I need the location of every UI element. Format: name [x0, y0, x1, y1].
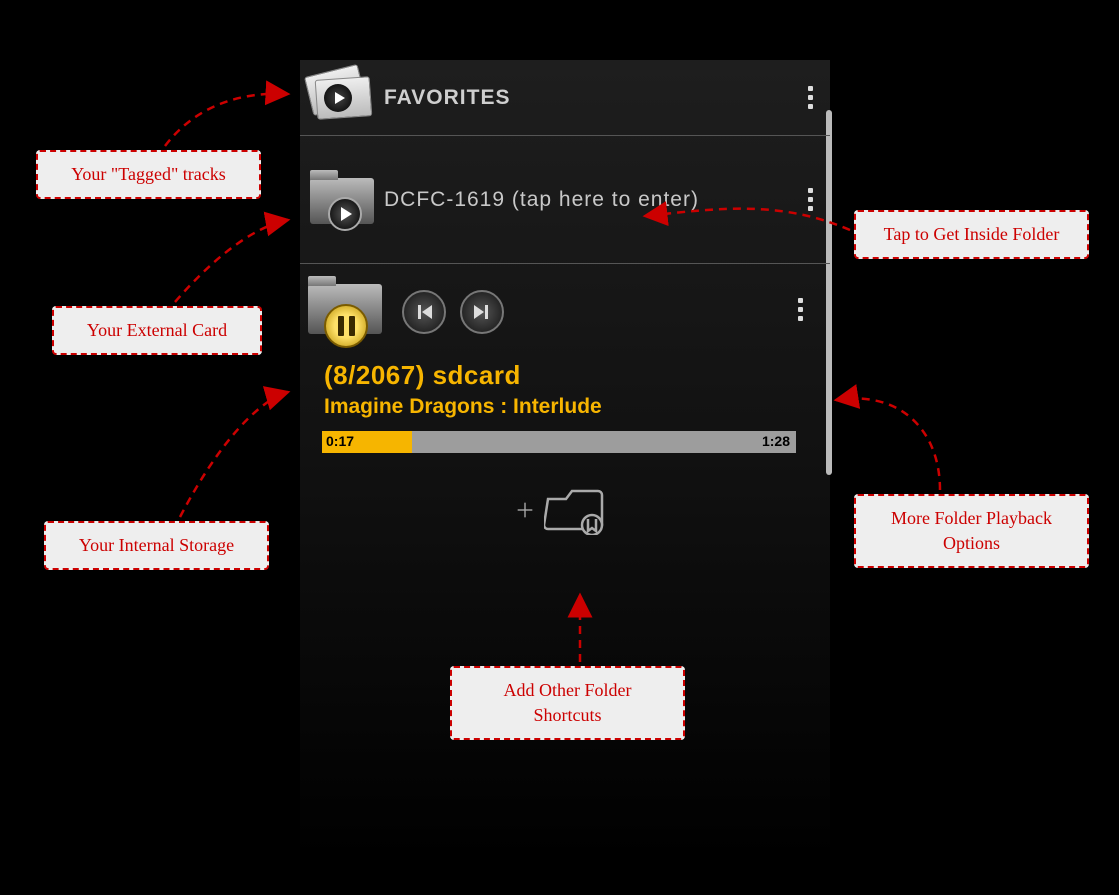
favorites-cards-icon [308, 70, 378, 125]
favorites-label: FAVORITES [378, 86, 798, 110]
dcfc-label: DCFC-1619 (tap here to enter) [378, 188, 798, 212]
prev-track-button[interactable] [402, 290, 446, 334]
annotation-tap-inside: Tap to Get Inside Folder [854, 210, 1089, 259]
next-track-button[interactable] [460, 290, 504, 334]
row-favorites[interactable]: FAVORITES [300, 60, 830, 136]
annotation-more-options: More Folder Playback Options [854, 494, 1089, 568]
now-playing-section: (8/2067) sdcard Imagine Dragons : Interl… [300, 264, 830, 543]
dcfc-more-icon[interactable] [798, 188, 822, 211]
annotation-tagged: Your "Tagged" tracks [36, 150, 261, 199]
add-folder-shortcut-button[interactable] [308, 485, 810, 535]
annotation-external: Your External Card [52, 306, 262, 355]
dcfc-folder-icon [308, 172, 378, 227]
sdcard-folder-icon [308, 282, 388, 342]
now-playing-track: Imagine Dragons : Interlude [308, 395, 810, 419]
now-playing-counter-folder: (8/2067) sdcard [308, 360, 810, 391]
favorites-more-icon[interactable] [798, 86, 822, 109]
now-playing-more-icon[interactable] [788, 298, 812, 321]
row-dcfc[interactable]: DCFC-1619 (tap here to enter) [300, 136, 830, 264]
time-elapsed: 0:17 [326, 433, 354, 449]
annotation-internal: Your Internal Storage [44, 521, 269, 570]
time-total: 1:28 [762, 433, 790, 449]
annotation-add-shortcut: Add Other Folder Shortcuts [450, 666, 685, 740]
progress-bar[interactable]: 0:17 1:28 [322, 431, 796, 453]
pause-button[interactable] [324, 304, 368, 348]
